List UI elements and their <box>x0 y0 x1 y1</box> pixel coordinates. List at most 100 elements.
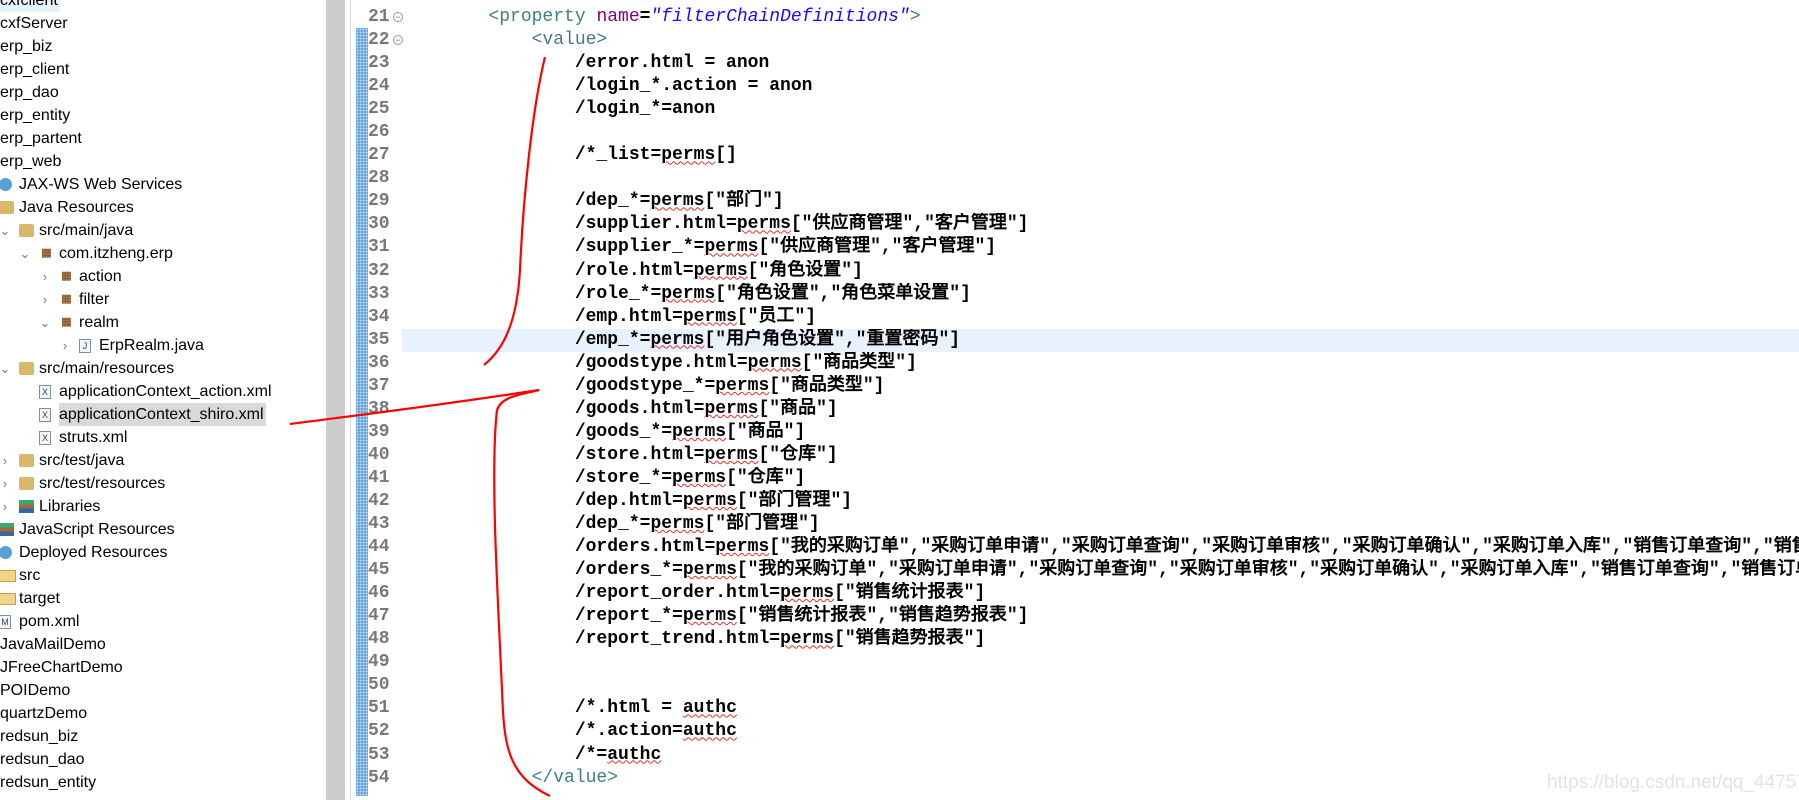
code-text: /orders.html= <box>402 537 716 558</box>
xml-attribute: name <box>596 7 640 27</box>
line-number: 47 <box>368 606 390 627</box>
spelling-error-token: perms <box>780 629 835 650</box>
code-line[interactable]: 28 <box>0 167 1799 190</box>
code-line[interactable]: 38 /goods.html=perms["商品"] <box>0 398 1799 421</box>
code-line[interactable]: 52 /*.action=authc <box>0 720 1799 743</box>
code-content: /*_list=perms[] <box>402 144 1799 167</box>
code-editor[interactable]: 21− <property name="filterChainDefinitio… <box>0 6 1799 790</box>
spelling-error-token: perms <box>682 606 737 627</box>
code-line[interactable]: 54 </value> <box>0 767 1799 790</box>
code-line[interactable]: 46 /report_order.html=perms["销售统计报表"] <box>0 582 1799 605</box>
code-line[interactable]: 41 /store_*=perms["仓库"] <box>0 467 1799 490</box>
spelling-error-token: perms <box>682 490 737 511</box>
line-number: 54 <box>368 767 390 788</box>
line-number: 44 <box>368 537 390 558</box>
code-text: [] <box>715 145 737 166</box>
code-content <box>402 674 1799 697</box>
code-text: ["商品"] <box>726 421 806 442</box>
code-content <box>402 651 1799 674</box>
spelling-error-token: perms <box>704 237 759 258</box>
spelling-error-token: authc <box>607 744 662 765</box>
code-text: ["用户角色设置","重置密码"] <box>704 329 961 350</box>
code-line[interactable]: 47 /report_*=perms["销售统计报表","销售趋势报表"] <box>0 605 1799 628</box>
code-text: /orders_*= <box>402 560 683 581</box>
code-line[interactable]: 42 /dep.html=perms["部门管理"] <box>0 490 1799 513</box>
code-content: <value> <box>402 29 1799 52</box>
code-line[interactable]: 24 /login_*.action = anon <box>0 75 1799 98</box>
code-content: /store_*=perms["仓库"] <box>402 467 1799 490</box>
code-content <box>402 167 1799 190</box>
code-line[interactable]: 22− <value> <box>0 29 1799 52</box>
line-number: 43 <box>368 514 390 535</box>
code-line[interactable]: 40 /store.html=perms["仓库"] <box>0 444 1799 467</box>
code-content: /report_*=perms["销售统计报表","销售趋势报表"] <box>402 605 1799 628</box>
code-line[interactable]: 23 /error.html = anon <box>0 52 1799 75</box>
code-text: ["销售统计报表"] <box>834 583 986 604</box>
code-content: /*=authc <box>402 744 1799 767</box>
code-line[interactable]: 32 /role.html=perms["角色设置"] <box>0 260 1799 283</box>
code-text: ["供应商管理","客户管理"] <box>758 237 997 258</box>
code-text: /supplier.html= <box>402 214 737 235</box>
line-number: 23 <box>368 53 390 74</box>
spelling-error-token: perms <box>682 306 737 327</box>
code-line[interactable]: 49 <box>0 651 1799 674</box>
code-line[interactable]: 27 /*_list=perms[] <box>0 144 1799 167</box>
code-line[interactable]: 48 /report_trend.html=perms["销售趋势报表"] <box>0 628 1799 651</box>
code-line[interactable]: 31 /supplier_*=perms["供应商管理","客户管理"] <box>0 236 1799 259</box>
code-content: /goods_*=perms["商品"] <box>402 421 1799 444</box>
code-content: /goodstype.html=perms["商品类型"] <box>402 352 1799 375</box>
spelling-error-token: perms <box>650 514 705 535</box>
code-line[interactable]: 39 /goods_*=perms["商品"] <box>0 421 1799 444</box>
code-text: /*.html = <box>402 698 683 719</box>
code-text: ["角色设置"] <box>747 260 863 281</box>
code-text: ["部门管理"] <box>704 514 820 535</box>
line-number: 29 <box>368 191 390 212</box>
line-number: 25 <box>368 99 390 120</box>
code-line[interactable]: 43 /dep_*=perms["部门管理"] <box>0 513 1799 536</box>
code-text: /store_*= <box>402 467 673 488</box>
code-line[interactable]: 25 /login_*=anon <box>0 98 1799 121</box>
code-text: /error.html = anon <box>402 53 770 74</box>
code-line[interactable]: 44 /orders.html=perms["我的采购订单","采购订单申请",… <box>0 536 1799 559</box>
code-line[interactable]: 35 /emp_*=perms["用户角色设置","重置密码"] <box>0 328 1799 352</box>
code-content: /error.html = anon <box>402 52 1799 75</box>
code-line[interactable]: 50 <box>0 674 1799 697</box>
line-number: 50 <box>368 675 390 696</box>
line-number: 48 <box>368 629 390 650</box>
code-text: /role_*= <box>402 283 662 304</box>
xml-tag: </value> <box>531 767 619 788</box>
code-content: /report_trend.html=perms["销售趋势报表"] <box>402 628 1799 651</box>
code-line[interactable]: 30 /supplier.html=perms["供应商管理","客户管理"] <box>0 213 1799 236</box>
xml-tag: <property <box>488 7 597 27</box>
code-line[interactable]: 45 /orders_*=perms["我的采购订单","采购订单申请","采购… <box>0 559 1799 582</box>
code-line[interactable]: 53 /*=authc <box>0 744 1799 767</box>
spelling-error-token: perms <box>780 583 835 604</box>
code-content: /login_*.action = anon <box>402 75 1799 98</box>
spelling-error-token: perms <box>650 191 705 212</box>
code-line[interactable]: 33 /role_*=perms["角色设置","角色菜单设置"] <box>0 283 1799 306</box>
code-text: /*_list= <box>402 145 662 166</box>
code-line[interactable]: 51 /*.html = authc <box>0 697 1799 720</box>
line-number: 31 <box>368 237 390 258</box>
code-line[interactable]: 34 /emp.html=perms["员工"] <box>0 306 1799 329</box>
spelling-error-token: perms <box>747 352 802 373</box>
code-text: /store.html= <box>402 444 705 465</box>
code-content: /dep_*=perms["部门"] <box>402 190 1799 213</box>
code-line[interactable]: 21− <property name="filterChainDefinitio… <box>0 6 1799 29</box>
line-number: 22 <box>368 30 390 51</box>
code-text: ["我的采购订单","采购订单申请","采购订单查询","采购订单审核","采购… <box>769 537 1799 558</box>
code-text: /report_*= <box>402 606 683 627</box>
code-content: /orders_*=perms["我的采购订单","采购订单申请","采购订单查… <box>402 559 1799 582</box>
code-line[interactable]: 26 <box>0 121 1799 144</box>
spelling-error-token: perms <box>661 145 716 166</box>
line-number: 27 <box>368 145 390 166</box>
line-number: 34 <box>368 306 390 327</box>
code-line[interactable]: 36 /goodstype.html=perms["商品类型"] <box>0 352 1799 375</box>
code-line[interactable]: 29 /dep_*=perms["部门"] <box>0 190 1799 213</box>
code-line[interactable]: 37 /goodstype_*=perms["商品类型"] <box>0 375 1799 398</box>
code-text: /*.action= <box>402 721 683 742</box>
code-content <box>402 121 1799 144</box>
line-number: 21 <box>368 7 390 27</box>
line-number: 36 <box>368 352 390 373</box>
